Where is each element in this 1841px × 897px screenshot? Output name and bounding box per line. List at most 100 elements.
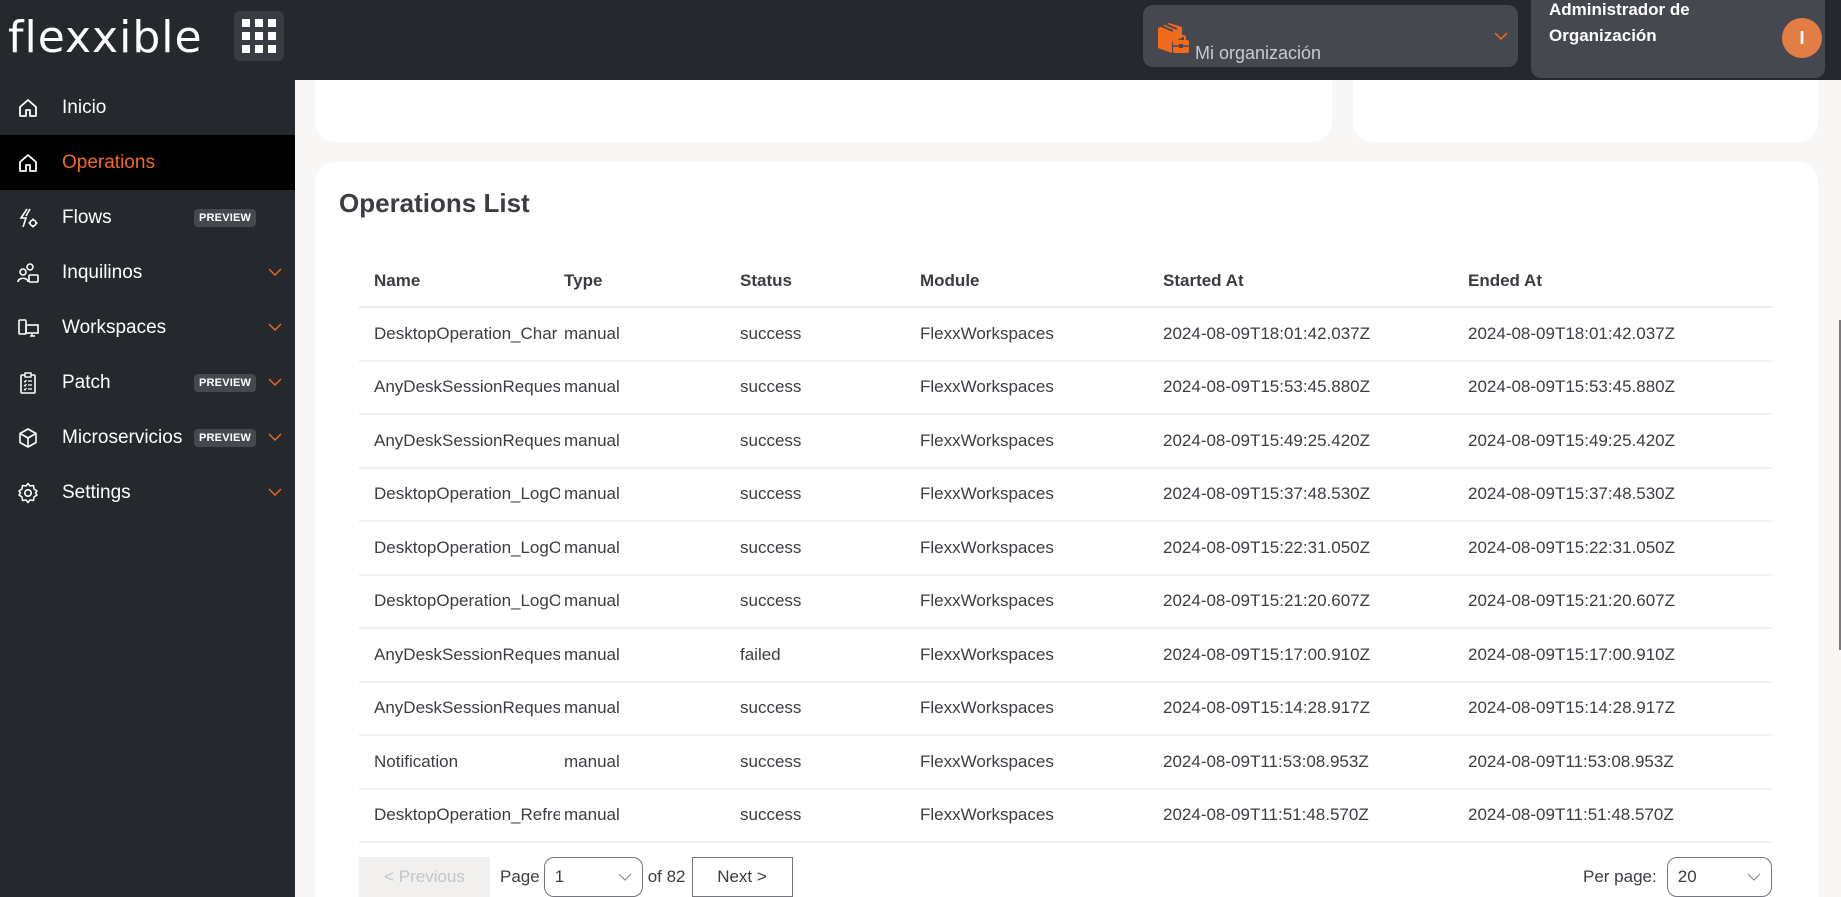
sidebar-item-microservicios[interactable]: Microservicios PREVIEW	[0, 410, 295, 465]
grid-dot	[255, 19, 263, 27]
total-pages-label: of 82	[647, 867, 686, 886]
per-page-select[interactable]: 20	[1666, 857, 1772, 897]
cell-ended-at: 2024-08-09T15:49:25.420Z	[1468, 430, 1675, 450]
flash-gear-icon	[19, 208, 38, 228]
sidebar-item-label: Inicio	[62, 96, 107, 118]
chevron-down-icon	[268, 323, 282, 331]
grid-dot	[242, 45, 250, 53]
table-row[interactable]: DesktopOperation_Refre manual success Flexx…	[359, 790, 1772, 843]
sidebar-item-flows[interactable]: Flows PREVIEW	[0, 190, 295, 245]
table-row[interactable]: DesktopOperation_LogO manual success FlexxW…	[359, 469, 1772, 522]
user-menu[interactable]: Administrador de Organización I	[1531, 0, 1825, 78]
sidebar-item-label: Settings	[62, 481, 131, 503]
sidebar-item-label: Microservicios	[62, 426, 183, 448]
table-row[interactable]: AnyDeskSessionReques manual failed FlexxWor…	[359, 629, 1772, 683]
cell-name: AnyDeskSessionReques	[374, 644, 560, 664]
chevron-down-icon	[1747, 873, 1761, 881]
column-header-module[interactable]: Module	[920, 271, 1163, 291]
cell-type: manual	[564, 484, 620, 504]
chevron-down-icon	[268, 268, 282, 276]
grid-dot	[242, 32, 250, 40]
cell-ended-at: 2024-08-09T15:22:31.050Z	[1468, 537, 1675, 557]
pagination: < Previous Page 1 of 82 Next >	[359, 857, 793, 897]
devices-icon	[18, 319, 39, 337]
cell-name: DesktopOperation_Refre	[374, 805, 560, 825]
cell-ended-at: 2024-08-09T18:01:42.037Z	[1468, 323, 1675, 343]
organization-selector[interactable]: Mi organización	[1143, 5, 1518, 67]
sidebar-item-settings[interactable]: Settings	[0, 465, 295, 520]
cell-status: failed	[740, 644, 781, 664]
cell-started-at: 2024-08-09T15:21:20.607Z	[1163, 591, 1370, 611]
table-body: DesktopOperation_Char manual success FlexxW…	[359, 308, 1772, 843]
cell-started-at: 2024-08-09T11:51:48.570Z	[1163, 805, 1369, 825]
avatar[interactable]: I	[1782, 18, 1822, 58]
sidebar-item-label: Workspaces	[62, 316, 167, 338]
chevron-down-icon	[268, 378, 282, 386]
sidebar-item-label: Inquilinos	[62, 261, 143, 283]
cell-status: success	[740, 698, 802, 718]
sidebar-item-operations[interactable]: Operations	[0, 135, 295, 190]
column-header-status[interactable]: Status	[740, 271, 920, 291]
table-row[interactable]: AnyDeskSessionReques manual success FlexxWo…	[359, 415, 1772, 469]
table-row[interactable]: AnyDeskSessionReques manual success FlexxWo…	[359, 362, 1772, 415]
cell-status: success	[740, 377, 802, 397]
cell-status: success	[740, 430, 802, 450]
column-header-type[interactable]: Type	[560, 271, 740, 291]
column-header-name[interactable]: Name	[359, 271, 560, 291]
cell-ended-at: 2024-08-09T15:14:28.917Z	[1468, 698, 1675, 718]
table-row[interactable]: DesktopOperation_LogO manual success FlexxW…	[359, 522, 1772, 576]
cell-name: DesktopOperation_LogO	[374, 484, 560, 504]
cell-status: success	[740, 484, 802, 504]
cell-type: manual	[564, 805, 620, 825]
sidebar-item-label: Patch	[62, 371, 111, 393]
table-row[interactable]: DesktopOperation_LogO manual success FlexxW…	[359, 576, 1772, 629]
cell-name: Notification	[374, 751, 459, 771]
sidebar-item-inquilinos[interactable]: Inquilinos	[0, 245, 295, 300]
next-page-button[interactable]: Next >	[691, 857, 793, 897]
grid-dot	[268, 45, 276, 53]
cell-ended-at: 2024-08-09T15:37:48.530Z	[1468, 484, 1675, 504]
flexxible-logo[interactable]: flexxible	[8, 12, 203, 63]
column-header-started-at[interactable]: Started At	[1163, 271, 1468, 291]
cell-started-at: 2024-08-09T15:49:25.420Z	[1163, 430, 1370, 450]
table-row[interactable]: DesktopOperation_Char manual success FlexxW…	[359, 308, 1772, 362]
operations-table: Name Type Status Module Started At Ended…	[359, 255, 1772, 843]
cell-started-at: 2024-08-09T15:22:31.050Z	[1163, 537, 1370, 557]
table-row[interactable]: AnyDeskSessionReques manual success FlexxWo…	[359, 683, 1772, 736]
column-header-ended-at[interactable]: Ended At	[1468, 271, 1772, 291]
grid-icon	[242, 19, 250, 27]
table-row[interactable]: Notification manual success FlexxWorkspaces…	[359, 736, 1772, 790]
page-select-value: 1	[554, 867, 565, 886]
cell-ended-at: 2024-08-09T11:53:08.953Z	[1468, 751, 1674, 771]
cell-name: DesktopOperation_LogO	[374, 537, 560, 557]
logo-text: flexxible	[8, 12, 203, 63]
top-bar: flexxible Mi organización Administrador …	[0, 0, 1841, 80]
cell-started-at: 2024-08-09T15:17:00.910Z	[1163, 644, 1370, 664]
cell-name: AnyDeskSessionReques	[374, 698, 560, 718]
per-page-value: 20	[1677, 867, 1697, 886]
cell-status: success	[740, 751, 802, 771]
cell-name: DesktopOperation_LogO	[374, 591, 560, 611]
package-briefcase-icon	[1158, 23, 1189, 53]
per-page-label: Per page:	[1583, 867, 1657, 886]
cell-started-at: 2024-08-09T18:01:42.037Z	[1163, 323, 1370, 343]
cell-type: manual	[564, 377, 620, 397]
previous-page-button[interactable]: < Previous	[359, 857, 490, 897]
cell-module: FlexxWorkspaces	[920, 537, 1054, 557]
users-briefcase-icon	[17, 263, 39, 283]
cell-ended-at: 2024-08-09T11:51:48.570Z	[1468, 805, 1674, 825]
cell-status: success	[740, 537, 802, 557]
sidebar-item-patch[interactable]: Patch PREVIEW	[0, 355, 295, 410]
user-role: Administrador de Organización	[1549, 0, 1690, 45]
cell-module: FlexxWorkspaces	[920, 591, 1054, 611]
page-select[interactable]: 1	[543, 857, 643, 897]
preview-badge: PREVIEW	[194, 428, 257, 447]
chevron-down-icon	[618, 873, 632, 881]
cell-module: FlexxWorkspaces	[920, 751, 1054, 771]
apps-menu-button[interactable]	[234, 11, 284, 61]
cell-module: FlexxWorkspaces	[920, 484, 1054, 504]
sidebar-item-inicio[interactable]: Inicio	[0, 80, 295, 135]
grid-dot	[268, 32, 276, 40]
sidebar-item-workspaces[interactable]: Workspaces	[0, 300, 295, 355]
page-title: Operations List	[339, 188, 530, 218]
